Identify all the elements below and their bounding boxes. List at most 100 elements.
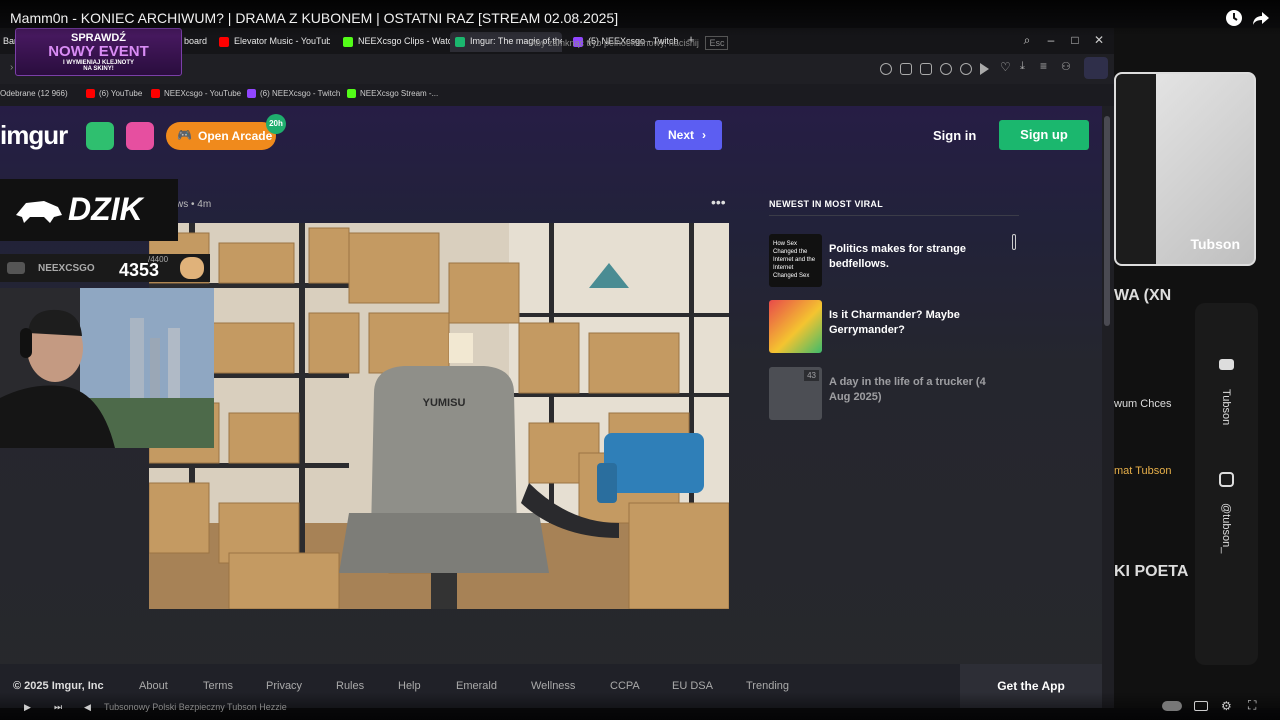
footer-link-rules[interactable]: Rules xyxy=(336,680,364,692)
post-image[interactable]: YUMISU xyxy=(149,223,729,609)
sign-up-button[interactable]: Sign up xyxy=(999,120,1089,150)
viral-item[interactable]: 43 A day in the life of a trucker (4 Aug… xyxy=(769,367,1019,423)
social-instagram-name: @tubson_ xyxy=(1220,503,1232,554)
youtube-icon xyxy=(86,89,95,98)
bookmark-label: NEEXcsgo - YouTube xyxy=(164,89,242,98)
footer-link-ccpa[interactable]: CCPA xyxy=(610,680,640,692)
scrollbar-thumb[interactable] xyxy=(1104,116,1110,326)
bookmark-neex-youtube[interactable]: NEEXcsgo - YouTube xyxy=(151,89,241,98)
social-youtube-name: Tubson xyxy=(1220,389,1232,426)
bookmark-neex-twitch[interactable]: (6) NEEXcsgo - Twitch xyxy=(247,89,340,98)
footer-link-privacy[interactable]: Privacy xyxy=(266,680,302,692)
youtube-icon xyxy=(1219,359,1234,370)
sidebar-divider xyxy=(769,215,1019,216)
open-arcade-button[interactable]: 🎮 Open Arcade xyxy=(166,122,276,150)
fullscreen-hint-text: Aby zamknąć tryb pełnoekranowy, naciśnij xyxy=(530,38,699,48)
play-icon[interactable]: ▶ xyxy=(24,702,31,713)
event-line-4: NA SKINY! xyxy=(83,66,114,72)
share-icon[interactable] xyxy=(1252,9,1270,27)
side-text-2: wum Chces xyxy=(1114,398,1172,410)
footer-link-about[interactable]: About xyxy=(139,680,168,692)
next-button[interactable]: Next › xyxy=(655,120,722,150)
bookmark-inbox[interactable]: Odebrane (12 966) xyxy=(0,89,68,98)
footer-link-terms[interactable]: Terms xyxy=(203,680,233,692)
side-text-1: WA (XN xyxy=(1114,287,1172,304)
viral-item[interactable]: How Sex Changed the Internet and the Int… xyxy=(769,234,1019,290)
vpn-icon[interactable] xyxy=(960,63,972,75)
bookmarks-bar: Odebrane (12 966) (6) YouTube NEEXcsgo -… xyxy=(0,84,1114,104)
dzik-sponsor-banner: DZIK xyxy=(0,179,178,241)
side-text-3: mat Tubson xyxy=(1114,465,1172,477)
viral-thumbnail xyxy=(769,300,822,353)
viral-item[interactable]: Is it Charmander? Maybe Gerrymander? xyxy=(769,300,1019,356)
gamepad-icon[interactable] xyxy=(126,122,154,150)
viral-count-badge: 43 xyxy=(804,370,819,381)
bookmark-label: (6) NEEXcsgo - Twitch xyxy=(260,89,341,98)
imgur-logo[interactable]: imgur xyxy=(0,120,68,151)
goal-target: /4400 xyxy=(148,255,169,264)
tab-label: NEEXcsgo Clips - Watch L xyxy=(358,36,450,46)
youtube-icon xyxy=(151,89,160,98)
sidebar-heading: NEWEST IN MOST VIRAL xyxy=(769,199,883,209)
bookmark-neex-stream[interactable]: NEEXcsgo Stream -... xyxy=(347,89,438,98)
webcam-label: Tubson xyxy=(1190,236,1240,252)
autoplay-toggle[interactable] xyxy=(1162,701,1182,711)
settings-gear-icon[interactable]: ⚙ xyxy=(1221,699,1232,713)
footer-link-eu-dsa[interactable]: EU DSA xyxy=(672,680,713,692)
fullscreen-icon[interactable]: ⛶ xyxy=(1248,698,1256,713)
zoom-icon[interactable] xyxy=(880,63,892,75)
video-title: Mamm0n - KONIEC ARCHIWUM? | DRAMA Z KUBO… xyxy=(0,0,1280,36)
viral-thumb-text: How Sex Changed the Internet and the Int… xyxy=(773,241,816,279)
webcam-tubson: Tubson xyxy=(1114,72,1256,266)
next-label: Next xyxy=(668,128,695,142)
bookmark-youtube[interactable]: (6) YouTube xyxy=(86,89,142,98)
subtitles-icon[interactable] xyxy=(1194,701,1208,711)
arcade-label: Open Arcade xyxy=(198,129,273,143)
footer-link-help[interactable]: Help xyxy=(398,680,421,692)
side-text-4: KI POETA xyxy=(1114,563,1189,580)
streamer-webcam xyxy=(0,288,214,448)
tab-label: Elevator Music - YouTube xyxy=(234,36,330,46)
viral-thumbnail: 43 xyxy=(769,367,822,420)
video-title-text: Mamm0n - KONIEC ARCHIWUM? | DRAMA Z KUBO… xyxy=(10,10,619,26)
more-options-icon[interactable]: ••• xyxy=(711,194,726,210)
new-post-icon[interactable] xyxy=(86,122,114,150)
event-line-2: NOWY EVENT xyxy=(48,43,149,60)
video-player-controls: ▶ ⏭ ◀ Tubsonowy Polski Bezpieczny Tubson… xyxy=(0,692,1280,720)
viral-thumbnail: How Sex Changed the Internet and the Int… xyxy=(769,234,822,287)
download-icon[interactable]: ⤓ xyxy=(1020,60,1025,73)
tab-label: board xyxy=(184,36,208,46)
youtube-icon xyxy=(219,37,229,47)
instagram-icon xyxy=(1219,472,1234,487)
footer-link-trending[interactable]: Trending xyxy=(746,680,789,692)
next-video-icon[interactable]: ⏭ xyxy=(54,702,62,713)
menu-icon[interactable]: ≡ xyxy=(1040,59,1047,73)
profile-icon[interactable]: ⚇ xyxy=(1061,60,1071,73)
viral-title: Politics makes for strange bedfellows. xyxy=(829,243,966,270)
watch-later-icon[interactable] xyxy=(1225,9,1243,27)
social-links-panel: Tubson @tubson_ xyxy=(1195,303,1258,665)
bookmark-label: Odebrane (12 966) xyxy=(0,89,68,98)
imgur-icon xyxy=(455,37,465,47)
sign-in-link[interactable]: Sign in xyxy=(933,128,976,143)
webcam-scene xyxy=(0,288,214,448)
twitch-icon xyxy=(247,89,256,98)
shield-icon[interactable] xyxy=(940,63,952,75)
dzik-logo-text: DZIK xyxy=(68,191,143,227)
edit-icon[interactable] xyxy=(900,63,912,75)
footer-link-emerald[interactable]: Emerald xyxy=(456,680,497,692)
kick-icon xyxy=(347,89,356,98)
flex-arm-icon xyxy=(180,257,204,279)
back-icon[interactable]: › xyxy=(10,62,13,73)
heart-icon[interactable]: ♡ xyxy=(1000,60,1011,74)
extension-icon[interactable] xyxy=(1084,57,1108,79)
viral-title: A day in the life of a trucker (4 Aug 20… xyxy=(829,376,986,403)
goal-channel-name: NEEXCSGO xyxy=(38,263,95,274)
play-icon[interactable] xyxy=(980,63,989,75)
footer-link-wellness[interactable]: Wellness xyxy=(531,680,575,692)
bookmark-label: NEEXcsgo Stream -... xyxy=(360,89,439,98)
esc-key: Esc xyxy=(705,36,729,50)
fullscreen-hint: Aby zamknąć tryb pełnoekranowy, naciśnij… xyxy=(530,36,729,50)
camera-icon[interactable] xyxy=(920,63,932,75)
volume-icon[interactable]: ◀ xyxy=(84,702,91,713)
